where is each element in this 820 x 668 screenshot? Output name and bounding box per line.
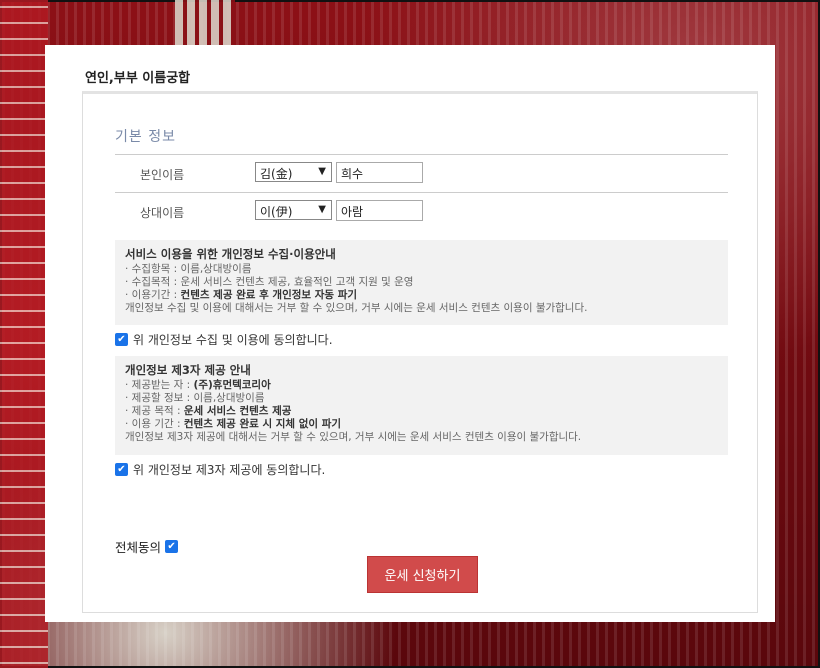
chevron-down-icon: ▼ bbox=[318, 166, 326, 177]
privacy-agree-checkbox[interactable]: ✔ bbox=[115, 333, 128, 346]
form-card: 연인,부부 이름궁합 기본 정보 본인이름 김(金) ▼ 희수 상대이름 이(伊… bbox=[45, 45, 775, 622]
form-panel: 기본 정보 본인이름 김(金) ▼ 희수 상대이름 이(伊) ▼ 아람 서비스 … bbox=[82, 91, 758, 613]
page-title: 연인,부부 이름궁합 bbox=[85, 71, 191, 86]
divider bbox=[115, 154, 728, 155]
privacy-notice-line: · 수집항목 : 이름,상대방이름 bbox=[125, 263, 252, 275]
chevron-down-icon: ▼ bbox=[318, 204, 326, 215]
background-rope bbox=[175, 0, 235, 46]
third-party-agree-row[interactable]: ✔ 위 개인정보 제3자 제공에 동의합니다. bbox=[115, 461, 325, 478]
partner-name-label: 상대이름 bbox=[140, 206, 185, 220]
partner-surname-value: 이(伊) bbox=[260, 205, 293, 219]
privacy-notice-title: 서비스 이용을 위한 개인정보 수집·이용안내 bbox=[125, 247, 336, 261]
third-party-agree-label: 위 개인정보 제3자 제공에 동의합니다. bbox=[133, 463, 326, 477]
all-agree-checkbox[interactable]: ✔ bbox=[165, 540, 179, 553]
privacy-notice-line: · 수집목적 : 운세 서비스 컨텐츠 제공, 효율적인 고객 지원 및 운영 bbox=[125, 276, 414, 288]
privacy-notice: 서비스 이용을 위한 개인정보 수집·이용안내 · 수집항목 : 이름,상대방이… bbox=[115, 240, 728, 325]
third-party-agree-checkbox[interactable]: ✔ bbox=[115, 463, 128, 476]
privacy-notice-line: 개인정보 수집 및 이용에 대해서는 거부 할 수 있으며, 거부 시에는 운세… bbox=[125, 302, 588, 314]
third-party-notice-title: 개인정보 제3자 제공 안내 bbox=[125, 363, 251, 377]
privacy-agree-row[interactable]: ✔ 위 개인정보 수집 및 이용에 동의합니다. bbox=[115, 331, 333, 348]
self-name-label: 본인이름 bbox=[140, 168, 185, 182]
self-name-input[interactable]: 희수 bbox=[336, 162, 423, 183]
third-party-notice-line: · 제공 목적 : 운세 서비스 컨텐츠 제공 bbox=[125, 405, 292, 417]
third-party-notice: 개인정보 제3자 제공 안내 · 제공받는 자 : (주)휴먼텍코리아 · 제공… bbox=[115, 356, 728, 455]
partner-surname-select[interactable]: 이(伊) ▼ bbox=[255, 200, 332, 220]
third-party-notice-line: · 이용 기간 : 컨텐츠 제공 완료 시 지체 없이 파기 bbox=[125, 418, 342, 430]
submit-button[interactable]: 운세 신청하기 bbox=[367, 556, 478, 593]
all-agree-label: 전체동의 bbox=[115, 540, 162, 555]
all-agree-row[interactable]: 전체동의 ✔ bbox=[115, 537, 179, 556]
divider bbox=[115, 192, 728, 193]
self-surname-select[interactable]: 김(金) ▼ bbox=[255, 162, 332, 182]
background-fabric bbox=[0, 0, 48, 668]
third-party-notice-line: · 제공할 정보 : 이름,상대방이름 bbox=[125, 392, 265, 404]
privacy-notice-line: · 이용기간 : 컨텐츠 제공 완료 후 개인정보 자동 파기 bbox=[125, 289, 358, 301]
partner-name-input[interactable]: 아람 bbox=[336, 200, 423, 221]
third-party-notice-line: 개인정보 제3자 제공에 대해서는 거부 할 수 있으며, 거부 시에는 운세 … bbox=[125, 431, 582, 443]
privacy-agree-label: 위 개인정보 수집 및 이용에 동의합니다. bbox=[133, 333, 333, 347]
self-surname-value: 김(金) bbox=[260, 167, 293, 181]
third-party-notice-line: · 제공받는 자 : (주)휴먼텍코리아 bbox=[125, 379, 271, 391]
section-title: 기본 정보 bbox=[115, 129, 176, 145]
